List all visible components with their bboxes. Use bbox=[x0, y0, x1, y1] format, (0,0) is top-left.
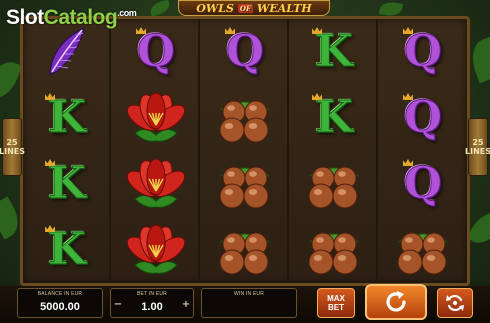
reel-cell: Q bbox=[379, 85, 467, 151]
watermark-catalog: Catalog bbox=[43, 6, 118, 29]
q-symbol: Q bbox=[225, 26, 265, 77]
reel-cell bbox=[290, 151, 378, 217]
k-symbol: K bbox=[314, 26, 354, 77]
k-symbol: K bbox=[47, 158, 87, 209]
foliage-leaf bbox=[466, 206, 490, 250]
hazelnut-symbol bbox=[308, 166, 360, 209]
bet-display: BET IN EUR 1.00 − + bbox=[110, 288, 194, 318]
bet-decrease-button[interactable]: − bbox=[113, 299, 123, 311]
reel-cell: Q bbox=[201, 19, 289, 85]
watermark-slot: Slot bbox=[6, 6, 44, 29]
reel-cell bbox=[290, 217, 378, 283]
paylines-badge-right: 25 LINES bbox=[465, 118, 490, 176]
title-of: OF bbox=[237, 3, 253, 13]
hazelnut-symbol bbox=[219, 232, 271, 275]
reel-cell: Q bbox=[379, 151, 467, 217]
red-flower-symbol bbox=[126, 92, 186, 142]
autoplay-button[interactable] bbox=[437, 288, 473, 318]
win-label: WIN IN EUR bbox=[233, 291, 265, 297]
k-symbol: K bbox=[47, 92, 87, 143]
reel-cell: K bbox=[290, 85, 378, 151]
bet-increase-button[interactable]: + bbox=[181, 299, 191, 311]
reel-3: Q bbox=[201, 19, 289, 283]
k-symbol: K bbox=[47, 224, 87, 275]
reel-4: KK bbox=[290, 19, 378, 283]
reel-cell bbox=[379, 217, 467, 283]
balance-label: BALANCE IN EUR bbox=[37, 291, 83, 297]
watermark-com: .com bbox=[117, 8, 137, 18]
q-symbol: Q bbox=[403, 92, 443, 143]
purple-feather-symbol bbox=[49, 27, 85, 75]
reel-cell: K bbox=[290, 19, 378, 85]
title-owls: OWLS bbox=[196, 1, 234, 15]
balance-value: 5000.00 bbox=[40, 301, 80, 313]
reel-cell bbox=[201, 85, 289, 151]
foliage-leaf bbox=[0, 56, 23, 104]
spin-arrow-icon bbox=[386, 291, 406, 312]
hazelnut-symbol bbox=[397, 232, 449, 275]
reel-grid: KKKQQKKQQQ bbox=[20, 16, 470, 286]
hazelnut-symbol bbox=[308, 232, 360, 275]
red-flower-symbol bbox=[126, 224, 186, 274]
paylines-right-label: 25 LINES bbox=[465, 138, 490, 156]
win-display: WIN IN EUR bbox=[201, 288, 297, 318]
k-symbol: K bbox=[314, 92, 354, 143]
spin-button[interactable] bbox=[365, 284, 427, 320]
q-symbol: Q bbox=[403, 26, 443, 77]
title-wealth: WEALTH bbox=[257, 1, 312, 15]
reel-cell bbox=[201, 217, 289, 283]
watermark-logo: SlotCatalog.com bbox=[6, 6, 137, 30]
game-title-logo: OWLS OF WEALTH bbox=[178, 0, 330, 16]
reel-cell: K bbox=[23, 151, 111, 217]
red-flower-symbol bbox=[126, 158, 186, 208]
q-symbol: Q bbox=[403, 158, 443, 209]
reel-2: Q bbox=[112, 19, 200, 283]
paylines-left-label: 25 LINES bbox=[0, 138, 25, 156]
reel-cell bbox=[112, 85, 200, 151]
reel-cell bbox=[112, 151, 200, 217]
q-symbol: Q bbox=[136, 26, 176, 77]
reel-cell: K bbox=[23, 85, 111, 151]
reel-cell: Q bbox=[379, 19, 467, 85]
foliage-leaf bbox=[148, 0, 172, 17]
reel-5: QQQ bbox=[379, 19, 467, 283]
hazelnut-symbol bbox=[219, 166, 271, 209]
reel-cell bbox=[112, 217, 200, 283]
balance-display: BALANCE IN EUR 5000.00 bbox=[17, 288, 103, 318]
bet-label: BET IN EUR bbox=[137, 291, 167, 297]
reel-cell bbox=[201, 151, 289, 217]
max-bet-label: MAX BET bbox=[327, 294, 345, 312]
autoplay-icon bbox=[446, 294, 464, 312]
max-bet-button[interactable]: MAX BET bbox=[317, 288, 355, 318]
hazelnut-symbol bbox=[219, 100, 271, 143]
reel-cell: K bbox=[23, 217, 111, 283]
reel-1: KKK bbox=[23, 19, 111, 283]
paylines-badge-left: 25 LINES bbox=[0, 118, 25, 176]
